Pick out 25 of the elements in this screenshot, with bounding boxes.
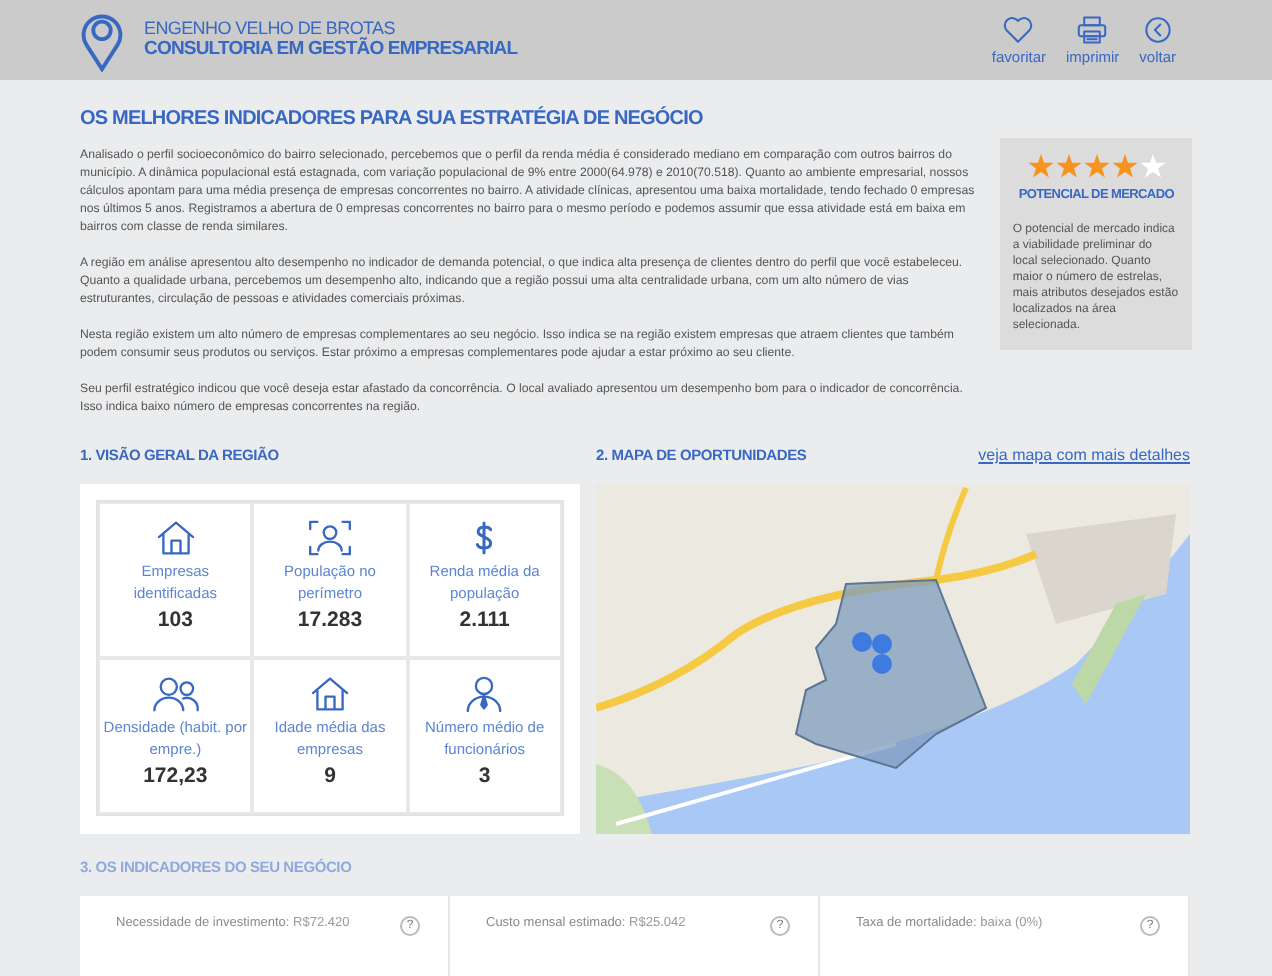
people-icon xyxy=(151,676,200,712)
star-icon xyxy=(1139,154,1166,178)
printer-icon xyxy=(1076,15,1109,43)
page-title: CONSULTORIA EM GESTÃO EMPRESARIAL xyxy=(144,39,518,62)
stat-value: 2.111 xyxy=(459,608,510,632)
back-icon xyxy=(1143,15,1172,43)
stat-value: 9 xyxy=(324,764,336,788)
map-link[interactable]: veja mapa com mais detalhes xyxy=(978,446,1190,464)
star-icon xyxy=(1111,154,1138,178)
worker-icon xyxy=(464,676,505,712)
house-icon xyxy=(155,520,196,556)
stat-value: 103 xyxy=(157,608,193,632)
house-icon xyxy=(309,676,350,712)
stat-value: 3 xyxy=(478,764,491,788)
stat-value: 17.283 xyxy=(297,608,363,632)
star-icon xyxy=(1083,154,1110,178)
location-name: ENGENHO VELHO DE BROTAS xyxy=(144,18,397,39)
dollar-icon xyxy=(474,520,495,556)
star-icon xyxy=(1055,154,1082,178)
heart-icon xyxy=(1002,15,1035,43)
section-title: OS MELHORES INDICADORES PARA SUA ESTRATÉGIA DE NEGÓCIO xyxy=(80,108,705,130)
star-icon xyxy=(1027,154,1054,178)
person-frame-icon xyxy=(307,520,352,556)
location-pin-icon xyxy=(80,9,124,71)
stat-value: 172,23 xyxy=(143,764,208,788)
